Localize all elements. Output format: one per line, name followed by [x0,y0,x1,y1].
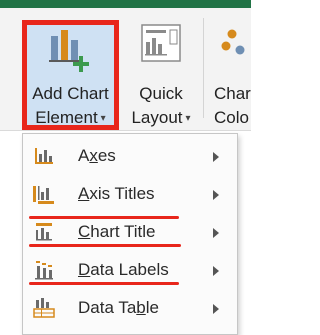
chevron-down-icon: ▾ [100,113,106,124]
chevron-right-icon [213,152,219,162]
axes-icon [35,148,53,164]
chart-title-icon [36,223,52,241]
chevron-right-icon [213,190,219,200]
add-chart-element-icon [49,30,89,72]
chevron-right-icon [213,228,219,238]
add-chart-element-button[interactable]: Add Chart Element ▾ [22,20,119,130]
ribbon-divider [203,18,204,118]
annotation-underline [29,282,179,285]
data-labels-icon [35,261,53,280]
color-palette-icon [221,29,245,55]
change-colors-label-1: Char [214,84,251,103]
chevron-down-icon: ▾ [185,113,191,124]
add-chart-element-menu: Axes Axis Titles Chart Title Data Labels… [22,133,238,335]
menu-item-axis-titles[interactable]: Axis Titles [23,176,237,214]
menu-item-label: Chart Title [78,222,156,241]
worksheet-edge [236,133,252,320]
data-table-icon [33,298,55,318]
menu-item-axes[interactable]: Axes [23,138,237,176]
change-colors-button[interactable]: Char Colo [208,10,268,130]
annotation-underline [29,244,181,247]
quick-layout-label-1: Quick [139,84,183,103]
change-colors-label-2: Colo [214,108,249,127]
title-bar-strip [0,0,251,8]
quick-layout-button[interactable]: Quick Layout ▾ [122,10,200,130]
quick-layout-icon [141,24,181,62]
add-chart-element-label-1: Add Chart [32,84,109,103]
menu-item-data-table[interactable]: Data Table [23,290,237,328]
chevron-right-icon [213,304,219,314]
axis-titles-icon [33,186,54,204]
menu-item-label: Data Table [78,298,159,317]
add-chart-element-label-2: Element [35,108,98,127]
quick-layout-label-2: Layout [131,108,183,127]
menu-item-label: Data Labels [78,260,169,279]
menu-item-label: Axis Titles [78,184,155,203]
chevron-right-icon [213,266,219,276]
menu-item-label: Axes [78,146,116,165]
